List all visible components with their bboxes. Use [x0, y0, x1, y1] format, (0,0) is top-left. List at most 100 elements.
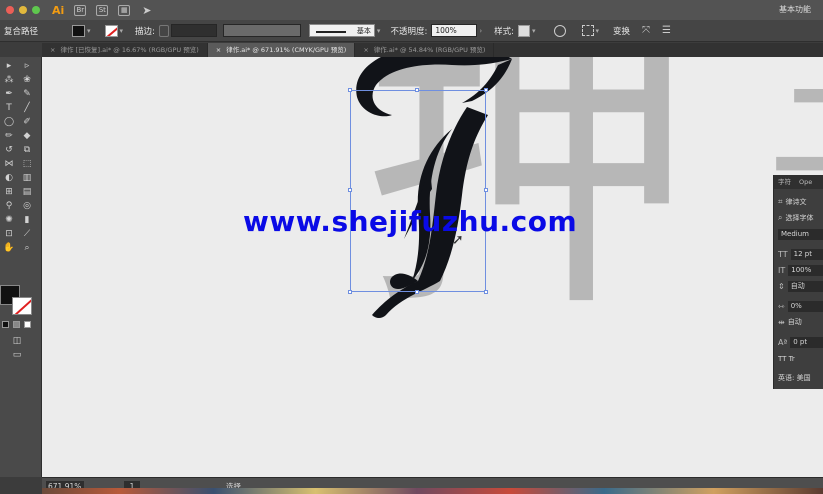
control-bar: 复合路径 ▾ ▾ 描边: 基本 ▾ 不透明度: 100% › 样式: ▾ ▾ 变… [0, 20, 823, 42]
type-tool-icon[interactable]: T [2, 102, 16, 114]
tab-document-1[interactable]: × 律作 [已恢复].ai* @ 16.67% (RGB/GPU 预览) [42, 43, 208, 57]
selection-bounding-box[interactable] [348, 88, 488, 294]
gradient-mode-button[interactable] [13, 321, 20, 328]
curvature-tool-icon[interactable]: ✎ [20, 88, 34, 100]
screen-mode-icon[interactable]: ▭ [10, 349, 24, 361]
scale-field[interactable]: 100% [788, 265, 823, 276]
leading-field[interactable]: 自动 [787, 281, 823, 292]
artboard-canvas[interactable]: 押 子 www.shejifuzhu.com ➚ [42, 57, 823, 477]
font-style-dropdown[interactable]: Medium [778, 229, 823, 240]
column-graph-tool-icon[interactable]: ▮ [20, 214, 34, 226]
zoom-window-button[interactable] [32, 6, 40, 14]
width-tool-icon[interactable]: ⋈ [2, 158, 16, 170]
brush-dropdown-icon[interactable]: ▾ [377, 27, 381, 35]
select-similar-dropdown-icon[interactable]: ▾ [596, 27, 600, 35]
stroke-dropdown-icon[interactable]: ▾ [120, 27, 124, 35]
style-label: 样式: [494, 26, 514, 37]
language-dropdown[interactable]: 英语: 美国 [778, 373, 811, 383]
stroke-color-swatch[interactable] [104, 24, 118, 37]
tracking-field[interactable]: 自动 [788, 317, 802, 327]
panel-menu-icon[interactable]: ☰ [662, 25, 671, 36]
magic-wand-tool-icon[interactable]: ⁂ [2, 74, 16, 86]
resize-handle-bottom[interactable] [415, 290, 419, 294]
tab-document-2[interactable]: × 律作.ai* @ 671.91% (CMYK/GPU 预览) [207, 43, 356, 57]
resize-handle-bottom-left[interactable] [348, 290, 352, 294]
tab-label: 律作 [已恢复].ai* @ 16.67% (RGB/GPU 预览) [60, 46, 199, 54]
selection-tool-icon[interactable]: ▸ [2, 60, 16, 72]
tab-close-icon[interactable]: × [216, 43, 221, 57]
tab-close-icon[interactable]: × [363, 43, 368, 57]
fill-color-swatch[interactable] [72, 24, 86, 37]
resize-handle-top[interactable] [415, 88, 419, 92]
scale-tool-icon[interactable]: ⧉ [20, 144, 34, 156]
brush-definition-dropdown[interactable]: 基本 [308, 24, 375, 37]
font-size-field[interactable]: 12 pt [790, 249, 823, 260]
opacity-field[interactable]: 100% [431, 24, 478, 37]
opacity-arrow-icon[interactable]: › [479, 27, 482, 35]
brush-name: 基本 [356, 27, 371, 35]
direct-selection-tool-icon[interactable]: ▹ [20, 60, 34, 72]
tab-close-icon[interactable]: × [50, 43, 55, 57]
paintbrush-tool-icon[interactable]: ✐ [20, 116, 34, 128]
window-controls [6, 6, 40, 14]
isolate-icon[interactable]: ⤧ [642, 25, 650, 36]
arrange-icon[interactable]: ▦ [118, 4, 131, 16]
select-similar-icon[interactable] [581, 25, 594, 36]
recolor-globe-icon[interactable] [553, 24, 566, 37]
lasso-tool-icon[interactable]: ❀ [20, 74, 34, 86]
minimize-window-button[interactable] [19, 6, 27, 14]
character-panel: 字符 Ope ⌗ 律诗文 ⌕ 选择字体 Medium TT 12 pt IT 1… [773, 175, 823, 389]
symbol-sprayer-tool-icon[interactable]: ✺ [2, 214, 16, 226]
kerning-field[interactable]: 0% [787, 301, 823, 312]
fill-dropdown-icon[interactable]: ▾ [87, 27, 91, 35]
draw-mode-icon[interactable]: ◫ [10, 335, 24, 347]
tab-document-3[interactable]: × 律作.ai* @ 54.84% (RGB/GPU 预览) [355, 43, 495, 57]
line-segment-tool-icon[interactable]: ╱ [20, 102, 34, 114]
blend-tool-icon[interactable]: ◎ [20, 200, 34, 212]
menu-bar: Ai Br St ▦ ➤ 基本功能 [0, 0, 823, 20]
pen-tool-icon[interactable]: ✒ [2, 88, 16, 100]
perspective-grid-tool-icon[interactable]: ▥ [20, 172, 34, 184]
stroke-weight-field[interactable] [170, 24, 217, 37]
variable-width-field[interactable] [222, 24, 301, 37]
eraser-tool-icon[interactable]: ◆ [20, 130, 34, 142]
touch-type-icon[interactable]: ⌗ [778, 197, 783, 207]
free-transform-tool-icon[interactable]: ⬚ [20, 158, 34, 170]
slice-tool-icon[interactable]: ⟋ [20, 228, 34, 240]
resize-handle-bottom-right[interactable] [484, 290, 488, 294]
stroke-weight-stepper[interactable] [158, 24, 169, 37]
style-dropdown-icon[interactable]: ▾ [532, 27, 536, 35]
resize-handle-top-left[interactable] [348, 88, 352, 92]
graphic-style-swatch[interactable] [518, 24, 530, 37]
rotate-tool-icon[interactable]: ↺ [2, 144, 16, 156]
artboard-tool-icon[interactable]: ⊡ [2, 228, 16, 240]
workspace-switcher[interactable]: 基本功能 [779, 4, 811, 15]
pencil-tool-icon[interactable]: ✏ [2, 130, 16, 142]
zoom-tool-icon[interactable]: ⌕ [20, 242, 34, 254]
opacity-label[interactable]: 不透明度: [390, 25, 427, 37]
mesh-tool-icon[interactable]: ⊞ [2, 186, 16, 198]
bridge-icon[interactable]: Br [74, 4, 87, 16]
eyedropper-tool-icon[interactable]: ⚲ [2, 200, 16, 212]
stroke-color-box[interactable] [12, 297, 32, 315]
hand-tool-icon[interactable]: ✋ [2, 242, 16, 254]
case-buttons[interactable]: TT Tr [778, 355, 795, 363]
font-search-input[interactable]: 选择字体 [785, 213, 813, 223]
tab-character[interactable]: 字符 [774, 175, 795, 189]
transform-button[interactable]: 变换 [613, 25, 630, 37]
gradient-tool-icon[interactable]: ▤ [20, 186, 34, 198]
color-mode-button[interactable] [2, 321, 9, 328]
stroke-label[interactable]: 描边: [135, 25, 155, 37]
tab-opentype[interactable]: Ope [795, 175, 816, 189]
stock-icon[interactable]: St [96, 4, 109, 16]
baseline-field[interactable]: 0 pt [790, 337, 823, 348]
close-window-button[interactable] [6, 6, 14, 14]
font-family-field[interactable]: 律诗文 [786, 197, 807, 207]
shape-builder-tool-icon[interactable]: ◐ [2, 172, 16, 184]
resize-handle-top-right[interactable] [484, 88, 488, 92]
resize-handle-left[interactable] [348, 188, 352, 192]
gpu-arrow-icon[interactable]: ➤ [142, 4, 151, 17]
none-mode-button[interactable] [24, 321, 31, 328]
resize-handle-right[interactable] [484, 188, 488, 192]
ellipse-tool-icon[interactable]: ◯ [2, 116, 16, 128]
